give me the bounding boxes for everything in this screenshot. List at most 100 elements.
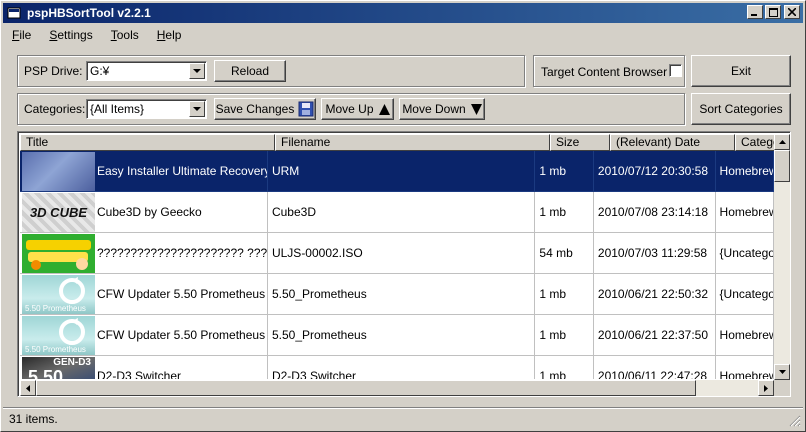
move-up-button[interactable]: Move Up <box>321 98 394 120</box>
scroll-corner <box>774 380 790 396</box>
psp-drive-value: G:¥ <box>90 64 110 78</box>
app-window: pspHBSortTool v2.2.1 File Settings Tools… <box>0 0 806 432</box>
item-date: 2010/06/21 22:50:32 <box>593 274 716 315</box>
item-date: 2010/07/12 20:30:58 <box>593 151 716 192</box>
status-text: 31 items. <box>9 411 58 426</box>
arrow-left-icon <box>26 384 30 392</box>
menu-help[interactable]: Help <box>148 28 191 42</box>
app-icon <box>6 5 22 21</box>
horizontal-scrollbar[interactable] <box>20 380 774 396</box>
table-row[interactable]: 5.50 Prometheus CFW Updater 5.50 Prometh… <box>20 315 774 356</box>
close-button[interactable] <box>784 5 800 19</box>
status-bar: 31 items. <box>3 407 803 429</box>
psp-drive-label: PSP Drive: <box>24 64 83 78</box>
list-body: Easy Installer Ultimate Recovery... URM … <box>20 151 774 379</box>
item-category: Homebrew <box>716 356 774 379</box>
thumbnail-image <box>22 233 95 273</box>
scroll-up-button[interactable] <box>774 134 790 150</box>
title-bar[interactable]: pspHBSortTool v2.2.1 <box>3 3 803 23</box>
column-header-size[interactable]: Size <box>550 134 610 151</box>
column-header-date[interactable]: (Relevant) Date <box>610 134 735 151</box>
column-header-title[interactable]: Title <box>20 134 275 151</box>
table-row[interactable]: ?????????????????????? ????????????... U… <box>20 233 774 274</box>
item-filename: D2-D3 Switcher <box>268 356 536 379</box>
item-category: Homebrew <box>715 315 774 356</box>
window-title: pspHBSortTool v2.2.1 <box>27 6 151 20</box>
minimize-icon <box>751 14 757 16</box>
item-filename: URM <box>267 151 536 192</box>
arrow-right-icon <box>764 384 768 392</box>
item-title: CFW Updater 5.50 Prometheus <box>97 287 266 301</box>
menu-tools[interactable]: Tools <box>102 28 148 42</box>
item-filename: 5.50_Prometheus <box>267 274 536 315</box>
horizontal-scroll-thumb[interactable] <box>36 380 696 396</box>
item-date: 2010/06/11 22:47:28 <box>594 356 716 379</box>
item-filename: 5.50_Prometheus <box>267 315 536 356</box>
item-size: 1 mb <box>535 274 594 315</box>
scroll-down-button[interactable] <box>774 364 790 380</box>
move-down-label: Move Down <box>402 102 466 116</box>
thumbnail-caption: 5.50 Prometheus <box>25 303 86 313</box>
item-size: 54 mb <box>535 233 594 274</box>
menu-settings[interactable]: Settings <box>40 28 101 42</box>
item-category: Homebrew <box>715 192 774 233</box>
move-down-button[interactable]: Move Down <box>399 98 485 120</box>
items-listview[interactable]: Title Filename Size (Relevant) Date Cate… <box>17 131 791 397</box>
item-size: 1 mb <box>535 315 594 356</box>
minimize-button[interactable] <box>747 5 763 19</box>
maximize-icon <box>768 7 778 17</box>
thumbnail-image: GEN-D3 5.50 <box>22 356 95 380</box>
item-category: {Uncategorized} <box>715 233 774 274</box>
thumbnail-image: 5.50 Prometheus <box>22 274 95 314</box>
item-title: ?????????????????????? ????????????... <box>97 246 268 260</box>
save-changes-label: Save Changes <box>215 102 295 116</box>
table-row[interactable]: Easy Installer Ultimate Recovery... URM … <box>20 151 774 192</box>
sort-categories-button[interactable]: Sort Categories <box>691 93 791 125</box>
item-size: 1 mb <box>535 192 594 233</box>
chevron-down-icon[interactable] <box>189 101 205 117</box>
close-icon <box>788 8 796 16</box>
psp-drive-combo[interactable]: G:¥ <box>86 61 207 81</box>
exit-button[interactable]: Exit <box>691 55 791 87</box>
maximize-button[interactable] <box>765 5 781 19</box>
vertical-scrollbar[interactable] <box>774 134 790 380</box>
vertical-scroll-thumb[interactable] <box>774 150 790 182</box>
thumbnail-image: 3D CUBE <box>22 192 95 232</box>
arrow-up-icon <box>778 140 786 144</box>
thumbnail-caption-2: 5.50 <box>28 366 64 380</box>
table-row[interactable]: 3D CUBE Cube3D by Geecko Cube3D 1 mb 201… <box>20 192 774 233</box>
thumbnail-image: 5.50 Prometheus <box>22 315 95 355</box>
item-title: Easy Installer Ultimate Recovery... <box>97 164 268 178</box>
scroll-right-button[interactable] <box>758 380 774 396</box>
item-date: 2010/06/21 22:37:50 <box>593 315 716 356</box>
table-row[interactable]: GEN-D3 5.50 D2-D3 Switcher D2-D3 Switche… <box>20 356 774 379</box>
arrow-up-icon <box>378 103 390 115</box>
arrow-down-icon <box>778 370 786 374</box>
table-row[interactable]: 5.50 Prometheus CFW Updater 5.50 Prometh… <box>20 274 774 315</box>
list-header: Title Filename Size (Relevant) Date Cate… <box>20 134 790 151</box>
save-changes-button[interactable]: Save Changes <box>214 98 316 120</box>
resize-grip-icon[interactable] <box>789 415 801 427</box>
chevron-down-icon[interactable] <box>189 63 205 79</box>
item-title: CFW Updater 5.50 Prometheus <box>97 328 266 342</box>
item-filename: ULJS-00002.ISO <box>267 233 536 274</box>
column-header-filename[interactable]: Filename <box>275 134 550 151</box>
item-size: 1 mb <box>535 356 594 379</box>
target-browser-checkbox[interactable] <box>669 64 682 77</box>
scroll-left-button[interactable] <box>20 380 36 396</box>
reload-button[interactable]: Reload <box>214 60 286 82</box>
thumbnail-caption: 3D CUBE <box>29 204 88 220</box>
categories-combo[interactable]: {All Items} <box>86 99 207 119</box>
menu-file[interactable]: File <box>3 28 40 42</box>
thumbnail-caption: 5.50 Prometheus <box>25 344 86 354</box>
target-browser-label: Target Content Browser <box>541 65 668 79</box>
menu-bar: File Settings Tools Help <box>3 25 190 45</box>
item-size: 1 mb <box>535 151 594 192</box>
item-date: 2010/07/08 23:14:18 <box>593 192 716 233</box>
item-filename: Cube3D <box>267 192 536 233</box>
arrow-down-icon <box>470 103 482 115</box>
categories-label: Categories: <box>24 102 86 116</box>
item-title: Cube3D by Geecko <box>97 205 202 219</box>
item-date: 2010/07/03 11:29:58 <box>593 233 716 274</box>
item-title: D2-D3 Switcher <box>97 369 182 379</box>
